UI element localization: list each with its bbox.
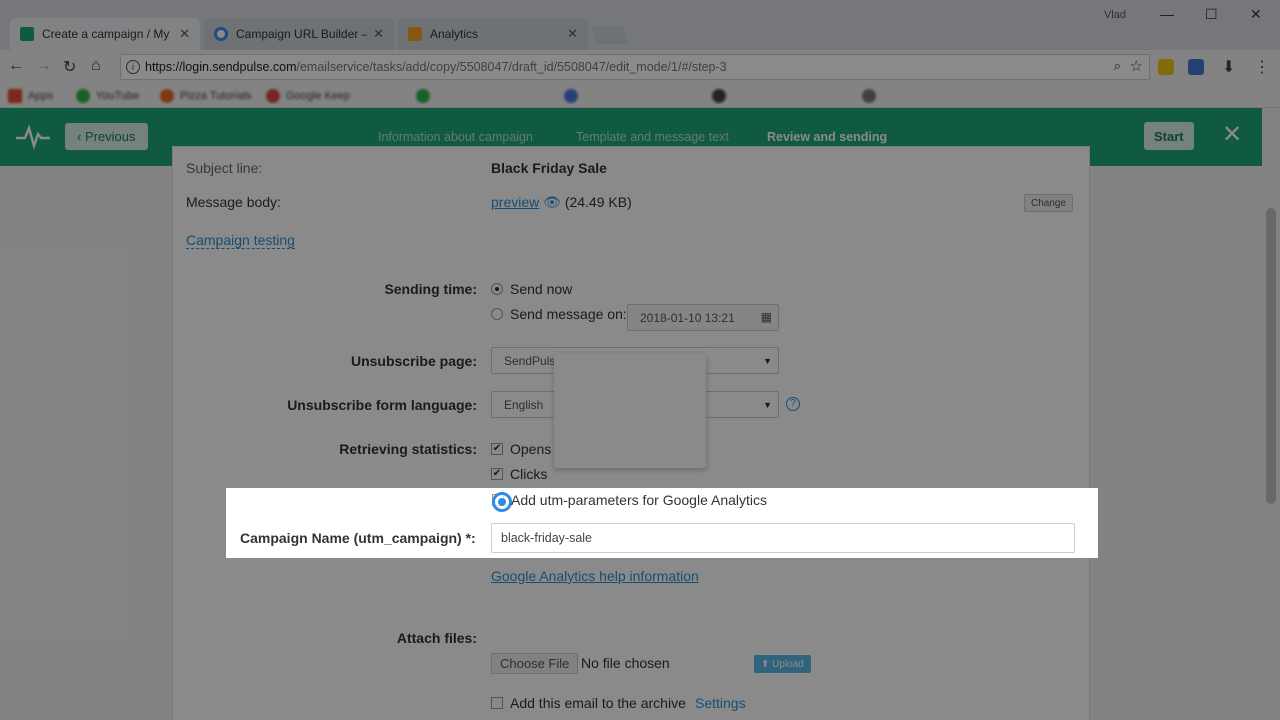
utm-checkbox-label: Add utm-parameters for Google Analytics [511, 492, 768, 508]
click-indicator-dot [498, 498, 506, 506]
utm-campaign-name-input[interactable] [491, 523, 1075, 553]
utm-highlight-panel: Add utm-parameters for Google Analytics … [226, 488, 1098, 558]
focus-overlay [0, 0, 1280, 720]
utm-campaign-name-label: Campaign Name (utm_campaign) *: [240, 530, 476, 546]
